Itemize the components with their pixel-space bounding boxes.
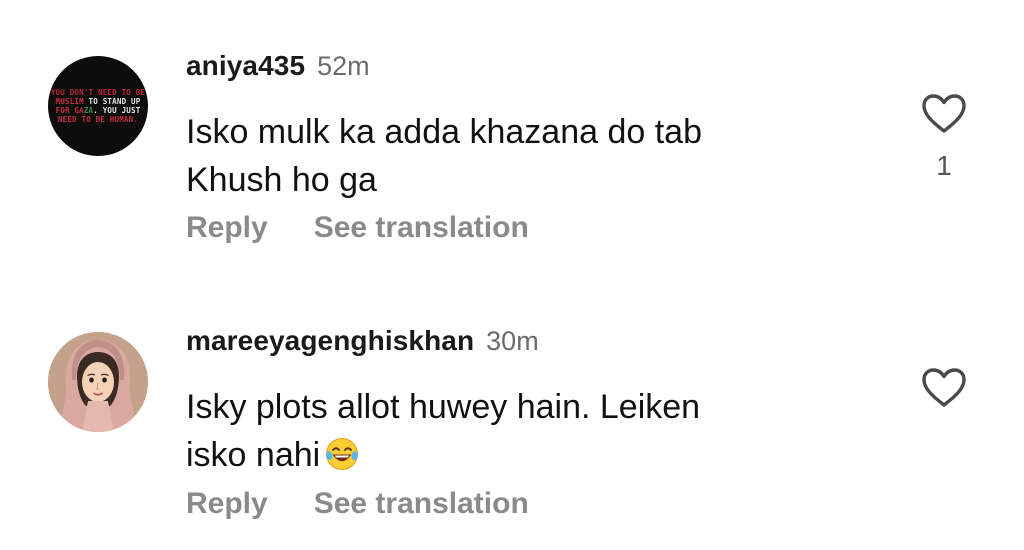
avatar-line-part: FOR GA (55, 106, 84, 115)
see-translation-button[interactable]: See translation (314, 211, 529, 245)
avatar-line: FOR GAZA. YOU JUST (56, 106, 141, 115)
username[interactable]: aniya435 (186, 50, 305, 82)
comment-item: mareeyagenghiskhan 30m Isky plots allot … (0, 275, 1024, 550)
avatar[interactable]: YOU DON'T NEED TO BE MUSLIM TO STAND UP … (48, 56, 148, 156)
comment-text-line: isko nahi (186, 431, 846, 479)
avatar[interactable] (48, 332, 148, 432)
comment-actions: Reply See translation (186, 211, 529, 245)
avatar-line: YOU DON'T NEED TO BE (50, 88, 146, 97)
laughing-with-tears-emoji-icon (326, 438, 359, 470)
comment-item: YOU DON'T NEED TO BE MUSLIM TO STAND UP … (0, 0, 1024, 275)
comment-header: aniya435 52m (186, 50, 370, 90)
see-translation-button[interactable]: See translation (314, 487, 529, 521)
avatar-line-part: . YOU JUST (93, 106, 141, 115)
comment-text-fragment: isko nahi (186, 436, 321, 474)
heart-icon[interactable] (921, 93, 967, 135)
comment-text-line: Isky plots allot huwey hain. Leiken (186, 388, 701, 426)
reply-button[interactable]: Reply (186, 211, 268, 245)
like-count: 1 (936, 150, 952, 181)
avatar-line: MUSLIM TO STAND UP (56, 97, 141, 106)
heart-icon[interactable] (921, 367, 967, 409)
comment-text: Isky plots allot huwey hain. Leiken isko… (186, 383, 846, 479)
avatar-line-part: ZA (83, 106, 94, 115)
comment-text-line: Khush ho ga (186, 161, 377, 199)
timestamp: 30m (486, 326, 539, 356)
avatar-line-part: MUSLIM (55, 97, 84, 106)
avatar-text: YOU DON'T NEED TO BE MUSLIM TO STAND UP … (48, 56, 148, 156)
timestamp: 52m (317, 51, 370, 81)
reply-button[interactable]: Reply (186, 487, 268, 521)
comment-actions: Reply See translation (186, 487, 529, 521)
username[interactable]: mareeyagenghiskhan (186, 325, 474, 357)
comment-text: Isko mulk ka adda khazana do tab Khush h… (186, 108, 846, 204)
avatar-line-part: TO STAND UP (83, 97, 141, 106)
comment-header: mareeyagenghiskhan 30m (186, 325, 539, 365)
comment-text-line: Isko mulk ka adda khazana do tab (186, 113, 702, 151)
avatar-line: NEED TO BE HUMAN. (57, 115, 139, 124)
avatar-illustration (48, 332, 148, 432)
